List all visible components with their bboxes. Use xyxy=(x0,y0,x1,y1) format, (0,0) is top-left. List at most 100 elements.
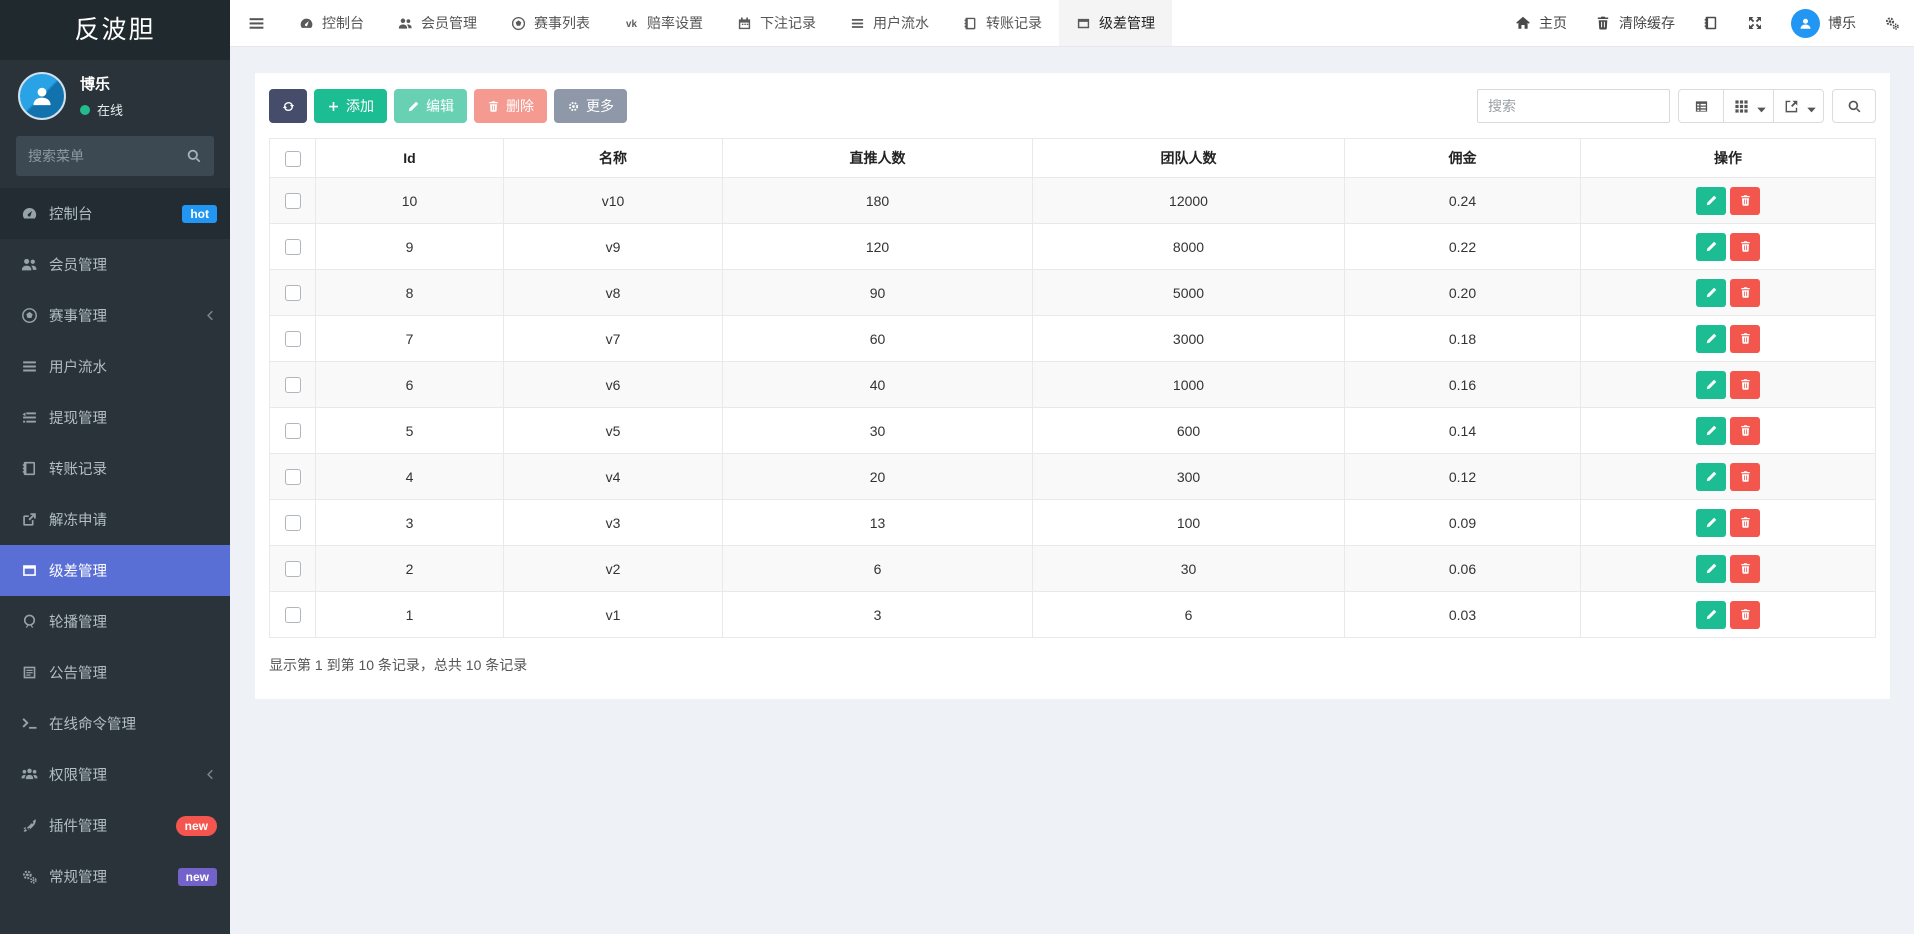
tab-transfer[interactable]: 转账记录 xyxy=(946,0,1059,46)
chevron-left-icon xyxy=(204,309,217,322)
tab-level[interactable]: 级差管理 xyxy=(1059,0,1172,46)
refresh-button[interactable] xyxy=(269,89,307,123)
cell-select xyxy=(270,592,316,638)
clear-cache-button[interactable]: 清除缓存 xyxy=(1581,0,1689,46)
sidebar-item-general[interactable]: 常规管理new xyxy=(0,851,230,902)
row-checkbox[interactable] xyxy=(285,561,301,577)
sidebar-item-unfreeze[interactable]: 解冻申请 xyxy=(0,494,230,545)
row-checkbox[interactable] xyxy=(285,515,301,531)
user-menu[interactable]: 博乐 xyxy=(1777,0,1870,46)
sidebar-item-user-flow[interactable]: 用户流水 xyxy=(0,341,230,392)
sidebar-item-auth[interactable]: 权限管理 xyxy=(0,749,230,800)
delete-label: 删除 xyxy=(506,96,534,116)
row-delete-button[interactable] xyxy=(1730,601,1760,629)
row-checkbox[interactable] xyxy=(285,331,301,347)
cell-select xyxy=(270,316,316,362)
view-detail-button[interactable] xyxy=(1678,89,1724,123)
cell-id: 2 xyxy=(316,546,504,592)
row-edit-button[interactable] xyxy=(1696,417,1726,445)
cell-actions xyxy=(1581,316,1876,362)
cell-direct-count: 6 xyxy=(723,546,1033,592)
table-row: 9v912080000.22 xyxy=(270,224,1876,270)
more-button[interactable]: 更多 xyxy=(554,89,627,123)
cell-select xyxy=(270,270,316,316)
row-delete-button[interactable] xyxy=(1730,509,1760,537)
settings-button[interactable] xyxy=(1870,0,1914,46)
row-delete-button[interactable] xyxy=(1730,417,1760,445)
sidebar-item-matches[interactable]: 赛事管理 xyxy=(0,290,230,341)
row-delete-button[interactable] xyxy=(1730,463,1760,491)
search-toggle-button[interactable] xyxy=(1832,89,1876,123)
row-edit-button[interactable] xyxy=(1696,233,1726,261)
export-button[interactable] xyxy=(1773,89,1824,123)
row-edit-button[interactable] xyxy=(1696,555,1726,583)
log-button[interactable] xyxy=(1689,0,1733,46)
row-checkbox[interactable] xyxy=(285,193,301,209)
tab-label: 赛事列表 xyxy=(534,13,590,33)
notice-icon xyxy=(21,664,38,681)
columns-button[interactable] xyxy=(1723,89,1774,123)
tab-dashboard[interactable]: 控制台 xyxy=(282,0,381,46)
edit-button[interactable]: 编辑 xyxy=(394,89,467,123)
cell-select xyxy=(270,500,316,546)
row-edit-button[interactable] xyxy=(1696,279,1726,307)
row-delete-button[interactable] xyxy=(1730,555,1760,583)
add-button[interactable]: 添加 xyxy=(314,89,387,123)
gear-icon xyxy=(567,100,580,113)
tab-bets[interactable]: 下注记录 xyxy=(720,0,833,46)
delete-button[interactable]: 删除 xyxy=(474,89,547,123)
row-delete-button[interactable] xyxy=(1730,325,1760,353)
tab-odds[interactable]: vk赔率设置 xyxy=(607,0,720,46)
row-checkbox[interactable] xyxy=(285,607,301,623)
trash-icon xyxy=(487,100,500,113)
expand-icon xyxy=(1747,15,1763,31)
sidebar-item-level[interactable]: 级差管理 xyxy=(0,545,230,596)
row-checkbox[interactable] xyxy=(285,239,301,255)
sidebar-item-carousel[interactable]: 轮播管理 xyxy=(0,596,230,647)
sidebar-item-notice[interactable]: 公告管理 xyxy=(0,647,230,698)
cell-commission: 0.06 xyxy=(1345,546,1581,592)
row-delete-button[interactable] xyxy=(1730,187,1760,215)
table-row: 6v64010000.16 xyxy=(270,362,1876,408)
row-delete-button[interactable] xyxy=(1730,233,1760,261)
sidebar-item-dashboard[interactable]: 控制台hot xyxy=(0,188,230,239)
sidebar-toggle-button[interactable] xyxy=(230,0,282,46)
row-edit-button[interactable] xyxy=(1696,509,1726,537)
tab-label: 控制台 xyxy=(322,13,364,33)
sidebar-item-transfer[interactable]: 转账记录 xyxy=(0,443,230,494)
sidebar-search-input[interactable] xyxy=(16,136,214,176)
row-edit-button[interactable] xyxy=(1696,371,1726,399)
row-checkbox[interactable] xyxy=(285,285,301,301)
row-checkbox[interactable] xyxy=(285,423,301,439)
row-edit-button[interactable] xyxy=(1696,325,1726,353)
row-edit-button[interactable] xyxy=(1696,463,1726,491)
topbar: 控制台会员管理 赛事列表 vk赔率设置下注记录用户流水转账记录级差管理 主页 清除缓… xyxy=(230,0,1914,47)
cell-id: 8 xyxy=(316,270,504,316)
sidebar-item-members[interactable]: 会员管理 xyxy=(0,239,230,290)
tab-members[interactable]: 会员管理 xyxy=(381,0,494,46)
row-delete-button[interactable] xyxy=(1730,371,1760,399)
cell-team-count: 5000 xyxy=(1033,270,1345,316)
sidebar-item-addon[interactable]: 插件管理new xyxy=(0,800,230,851)
row-edit-button[interactable] xyxy=(1696,601,1726,629)
window-icon xyxy=(1076,16,1091,31)
row-edit-button[interactable] xyxy=(1696,187,1726,215)
tab-match-list[interactable]: 赛事列表 xyxy=(494,0,607,46)
svg-text:vk: vk xyxy=(626,19,637,30)
select-all-checkbox[interactable] xyxy=(285,151,301,167)
cell-select xyxy=(270,224,316,270)
cell-id: 3 xyxy=(316,500,504,546)
tab-user-flow[interactable]: 用户流水 xyxy=(833,0,946,46)
sidebar-item-command[interactable]: 在线命令管理 xyxy=(0,698,230,749)
cell-commission: 0.20 xyxy=(1345,270,1581,316)
cell-team-count: 8000 xyxy=(1033,224,1345,270)
column-header: Id xyxy=(316,139,504,178)
row-delete-button[interactable] xyxy=(1730,279,1760,307)
home-button[interactable]: 主页 xyxy=(1501,0,1581,46)
sidebar-item-withdraw[interactable]: 提现管理 xyxy=(0,392,230,443)
row-checkbox[interactable] xyxy=(285,469,301,485)
row-checkbox[interactable] xyxy=(285,377,301,393)
fullscreen-button[interactable] xyxy=(1733,0,1777,46)
sidebar-item-label: 赛事管理 xyxy=(49,305,107,326)
table-search-input[interactable] xyxy=(1477,89,1670,123)
